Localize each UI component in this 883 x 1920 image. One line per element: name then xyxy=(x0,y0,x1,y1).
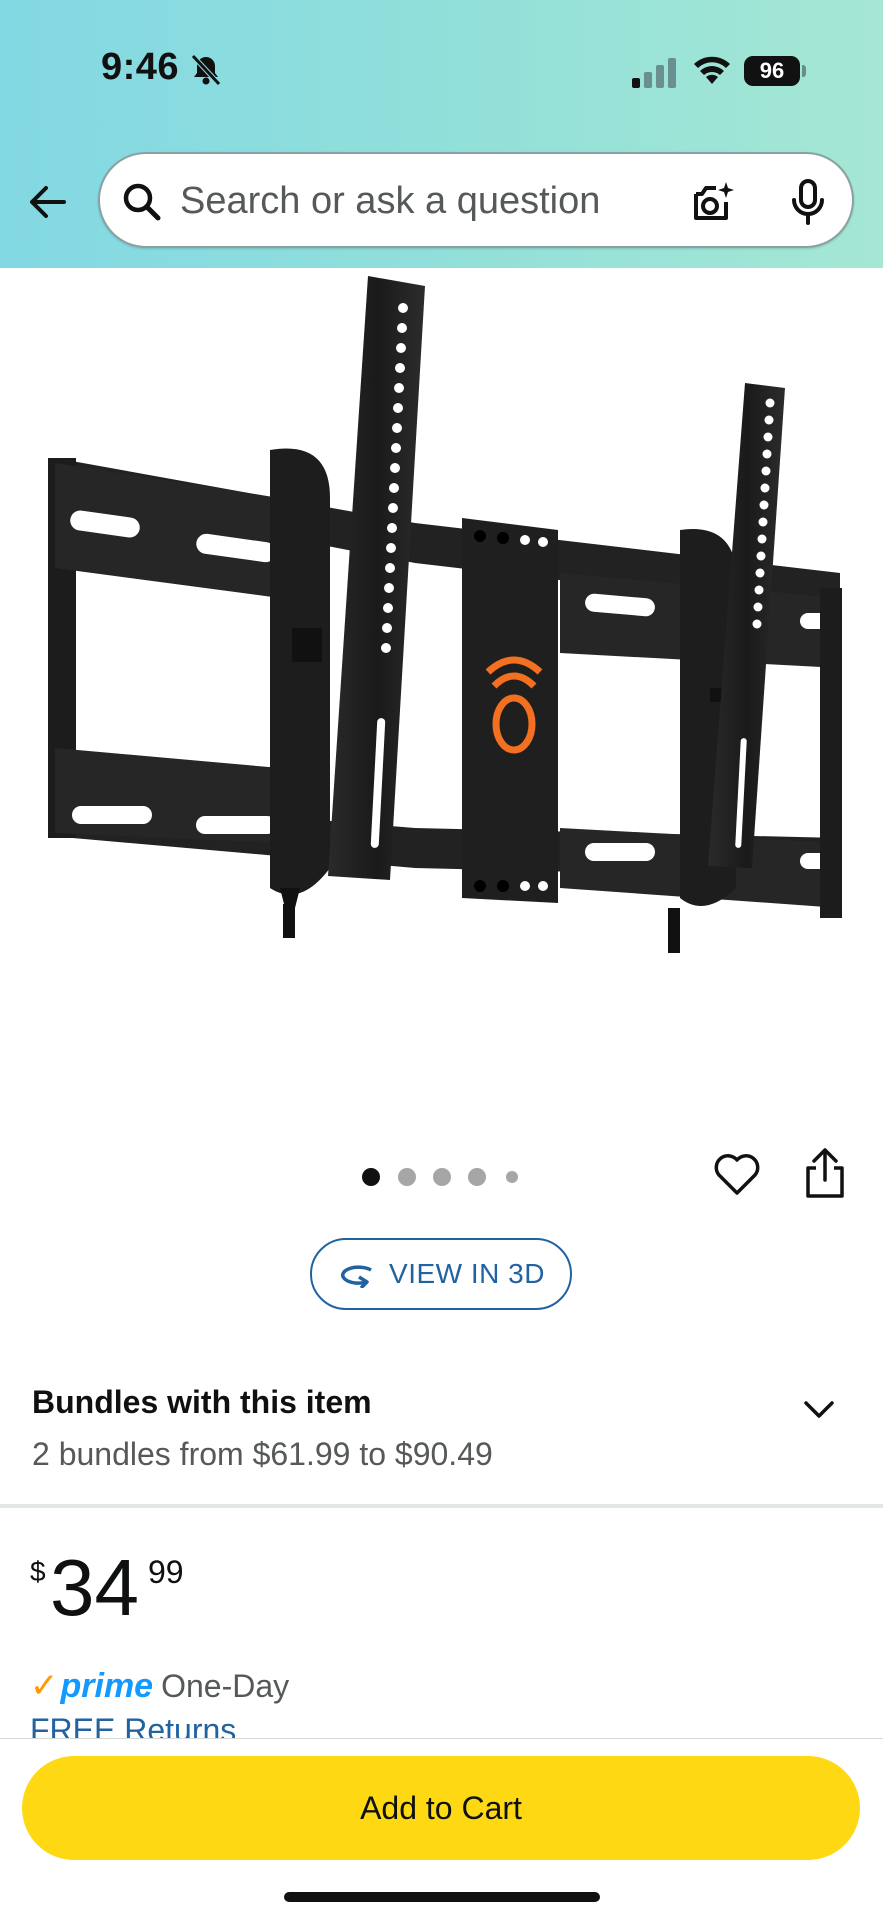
back-arrow-icon[interactable] xyxy=(24,178,72,226)
bundles-subtitle: 2 bundles from $61.99 to $90.49 xyxy=(32,1436,493,1472)
search-icon xyxy=(123,183,161,221)
prime-logo: prime xyxy=(60,1666,154,1705)
carousel-dot[interactable] xyxy=(468,1168,486,1186)
view-in-3d-label: VIEW IN 3D xyxy=(389,1258,545,1289)
delivery-speed: One-Day xyxy=(161,1667,290,1704)
bell-off-icon xyxy=(191,54,221,86)
carousel-dot[interactable] xyxy=(506,1171,518,1183)
share-icon[interactable] xyxy=(800,1146,850,1200)
status-time: 9:46 xyxy=(101,46,180,88)
add-to-cart-button[interactable]: Add to Cart xyxy=(22,1756,860,1860)
chevron-down-icon[interactable] xyxy=(800,1394,838,1424)
section-divider xyxy=(0,1504,883,1508)
search-bar[interactable] xyxy=(98,152,854,248)
app-header: 9:46 96 xyxy=(0,0,883,268)
signal-icon xyxy=(632,58,676,88)
heart-icon[interactable] xyxy=(712,1150,762,1198)
carousel-dot[interactable] xyxy=(398,1168,416,1186)
prime-check-icon: ✓ xyxy=(30,1667,59,1705)
wifi-icon xyxy=(694,56,730,84)
price-whole: 34 xyxy=(50,1543,139,1632)
product-image[interactable] xyxy=(0,268,883,1100)
rotate-3d-icon xyxy=(341,1265,372,1288)
view-in-3d-button[interactable]: VIEW IN 3D xyxy=(310,1238,572,1310)
battery-cap xyxy=(802,65,806,77)
price-symbol: $ xyxy=(30,1556,46,1587)
search-input[interactable] xyxy=(180,176,660,226)
camera-lens-icon[interactable] xyxy=(688,178,736,226)
battery-icon: 96 xyxy=(744,56,800,86)
prime-delivery: ✓ prime One-Day xyxy=(30,1666,289,1706)
microphone-icon[interactable] xyxy=(786,178,830,226)
home-indicator[interactable] xyxy=(284,1892,600,1902)
carousel-dot[interactable] xyxy=(433,1168,451,1186)
price-fraction: 99 xyxy=(148,1554,184,1590)
carousel-dot-active[interactable] xyxy=(362,1168,380,1186)
bundles-title[interactable]: Bundles with this item xyxy=(32,1384,372,1421)
